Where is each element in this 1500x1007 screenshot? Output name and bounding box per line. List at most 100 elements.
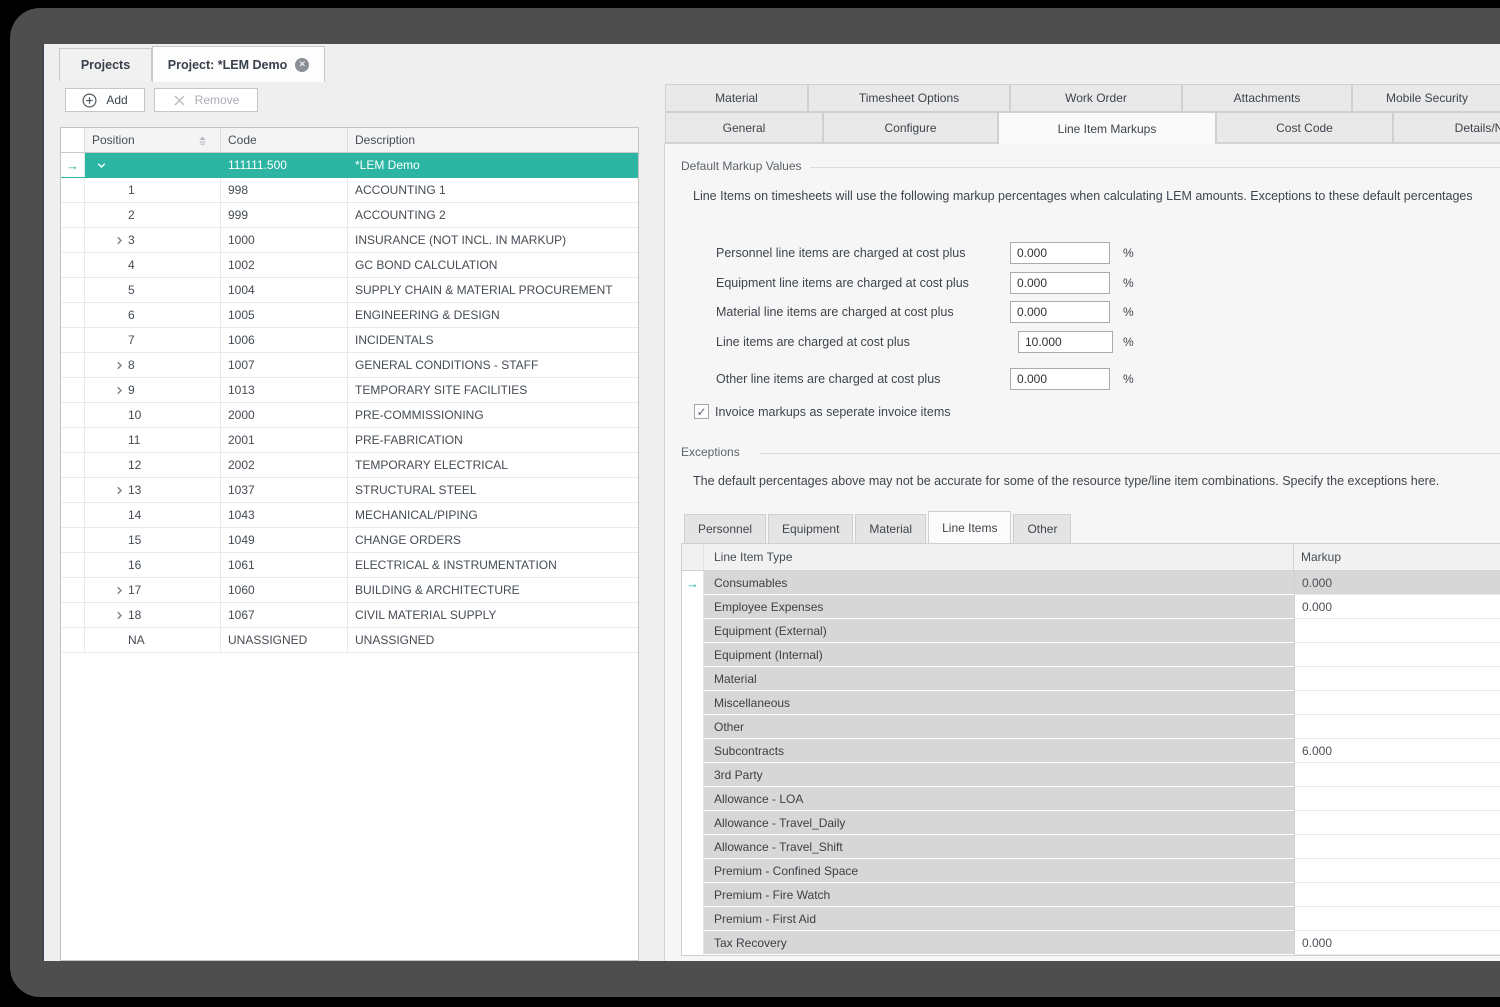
markup-cell[interactable]: [1294, 859, 1500, 883]
table-row[interactable]: Premium - Fire Watch: [682, 883, 1500, 907]
table-row[interactable]: Employee Expenses0.000: [682, 595, 1500, 619]
table-row[interactable]: →111111.500*LEM Demo: [61, 153, 638, 178]
exceptions-tab-material[interactable]: Material: [855, 514, 926, 543]
markup-cell[interactable]: [1294, 811, 1500, 835]
table-row[interactable]: Premium - First Aid: [682, 907, 1500, 931]
tab-line-item-markups[interactable]: Line Item Markups: [998, 112, 1216, 144]
table-row[interactable]: 51004SUPPLY CHAIN & MATERIAL PROCUREMENT: [61, 278, 638, 303]
markup-cell[interactable]: [1294, 907, 1500, 931]
position-cell: 16: [85, 553, 221, 577]
tab-general[interactable]: General: [665, 112, 823, 143]
markup-cell[interactable]: [1294, 715, 1500, 739]
chevron-right-icon[interactable]: [111, 585, 128, 596]
markup-input[interactable]: [1010, 242, 1110, 264]
chevron-right-icon[interactable]: [111, 485, 128, 496]
table-row[interactable]: 81007GENERAL CONDITIONS - STAFF: [61, 353, 638, 378]
markup-cell[interactable]: [1294, 643, 1500, 667]
table-row[interactable]: 141043MECHANICAL/PIPING: [61, 503, 638, 528]
table-row[interactable]: Premium - Confined Space: [682, 859, 1500, 883]
invoice-markups-checkbox[interactable]: ✓: [694, 404, 709, 419]
markup-cell[interactable]: 6.000: [1294, 739, 1500, 763]
tab-timesheet-options[interactable]: Timesheet Options: [808, 84, 1010, 112]
table-row[interactable]: 61005ENGINEERING & DESIGN: [61, 303, 638, 328]
table-row[interactable]: 31000INSURANCE (NOT INCL. IN MARKUP): [61, 228, 638, 253]
markup-input[interactable]: [1010, 301, 1110, 323]
tab-material[interactable]: Material: [665, 84, 808, 112]
column-header-code[interactable]: Code: [221, 128, 348, 152]
tab-cost-code[interactable]: Cost Code: [1216, 112, 1393, 143]
markup-cell[interactable]: [1294, 835, 1500, 859]
table-row[interactable]: 71006INCIDENTALS: [61, 328, 638, 353]
table-row[interactable]: 41002GC BOND CALCULATION: [61, 253, 638, 278]
row-indicator-cell: [61, 353, 85, 377]
markup-cell[interactable]: [1294, 787, 1500, 811]
chevron-right-icon[interactable]: [111, 235, 128, 246]
tab-configure[interactable]: Configure: [823, 112, 998, 143]
position-cell: 11: [85, 428, 221, 452]
table-row[interactable]: 1998ACCOUNTING 1: [61, 178, 638, 203]
column-header-description[interactable]: Description: [348, 128, 638, 152]
markup-cell[interactable]: 0.000: [1294, 595, 1500, 619]
table-row[interactable]: 171060BUILDING & ARCHITECTURE: [61, 578, 638, 603]
tab-label: Material: [715, 91, 758, 105]
markup-cell[interactable]: 0.000: [1294, 931, 1500, 955]
chevron-down-icon[interactable]: [93, 160, 110, 171]
chevron-right-icon[interactable]: [111, 385, 128, 396]
table-row[interactable]: Tax Recovery0.000: [682, 931, 1500, 955]
table-row[interactable]: NAUNASSIGNEDUNASSIGNED: [61, 628, 638, 653]
table-row[interactable]: 3rd Party: [682, 763, 1500, 787]
markup-cell[interactable]: [1294, 763, 1500, 787]
table-row[interactable]: Allowance - Travel_Daily: [682, 811, 1500, 835]
markup-field-label: Personnel line items are charged at cost…: [716, 242, 965, 264]
table-row[interactable]: 161061ELECTRICAL & INSTRUMENTATION: [61, 553, 638, 578]
chevron-right-icon[interactable]: [111, 610, 128, 621]
markup-input[interactable]: [1018, 331, 1113, 353]
markup-input[interactable]: [1010, 272, 1110, 294]
tab-project-lem-demo-label: Project: *LEM Demo: [168, 58, 287, 72]
exceptions-tab-personnel[interactable]: Personnel: [684, 514, 766, 543]
exceptions-tab-other[interactable]: Other: [1013, 514, 1071, 543]
row-indicator-cell: [682, 907, 704, 931]
exceptions-tab-equipment[interactable]: Equipment: [768, 514, 853, 543]
column-header-position[interactable]: Position: [85, 128, 221, 152]
table-row[interactable]: 122002TEMPORARY ELECTRICAL: [61, 453, 638, 478]
add-button[interactable]: Add: [65, 88, 145, 112]
table-row[interactable]: Allowance - Travel_Shift: [682, 835, 1500, 859]
markup-cell[interactable]: [1294, 619, 1500, 643]
chevron-right-icon[interactable]: [111, 360, 128, 371]
table-row[interactable]: 102000PRE-COMMISSIONING: [61, 403, 638, 428]
table-row[interactable]: 151049CHANGE ORDERS: [61, 528, 638, 553]
markup-input[interactable]: [1010, 368, 1110, 390]
column-header-markup[interactable]: Markup: [1294, 544, 1500, 570]
tab-work-order[interactable]: Work Order: [1010, 84, 1182, 112]
table-row[interactable]: 91013TEMPORARY SITE FACILITIES: [61, 378, 638, 403]
table-row[interactable]: Other: [682, 715, 1500, 739]
column-header-line-item-type[interactable]: Line Item Type: [704, 544, 1294, 570]
table-row[interactable]: Equipment (External): [682, 619, 1500, 643]
markup-cell[interactable]: [1294, 691, 1500, 715]
tab-projects[interactable]: Projects: [59, 48, 152, 81]
description-cell: STRUCTURAL STEEL: [348, 478, 638, 502]
table-row[interactable]: Material: [682, 667, 1500, 691]
table-row[interactable]: 181067CIVIL MATERIAL SUPPLY: [61, 603, 638, 628]
markup-cell[interactable]: [1294, 667, 1500, 691]
tab-attachments[interactable]: Attachments: [1182, 84, 1352, 112]
table-row[interactable]: Equipment (Internal): [682, 643, 1500, 667]
table-row[interactable]: 2999ACCOUNTING 2: [61, 203, 638, 228]
markup-cell[interactable]: [1294, 883, 1500, 907]
exceptions-tab-line-items[interactable]: Line Items: [928, 511, 1011, 543]
table-row[interactable]: →Consumables0.000: [682, 571, 1500, 595]
tab-label: Equipment: [782, 522, 839, 536]
tab-mobile-security[interactable]: Mobile Security: [1352, 84, 1500, 112]
table-row[interactable]: Miscellaneous: [682, 691, 1500, 715]
tab-details-n[interactable]: Details/N: [1393, 112, 1500, 143]
remove-button[interactable]: Remove: [154, 88, 258, 112]
table-row[interactable]: 112001PRE-FABRICATION: [61, 428, 638, 453]
tab-project-lem-demo[interactable]: Project: *LEM Demo ✕: [152, 46, 325, 82]
markup-cell[interactable]: 0.000: [1294, 571, 1500, 595]
table-row[interactable]: 131037STRUCTURAL STEEL: [61, 478, 638, 503]
table-row[interactable]: Allowance - LOA: [682, 787, 1500, 811]
circle-x-icon[interactable]: ✕: [295, 58, 309, 72]
description-cell: MECHANICAL/PIPING: [348, 503, 638, 527]
table-row[interactable]: Subcontracts6.000: [682, 739, 1500, 763]
